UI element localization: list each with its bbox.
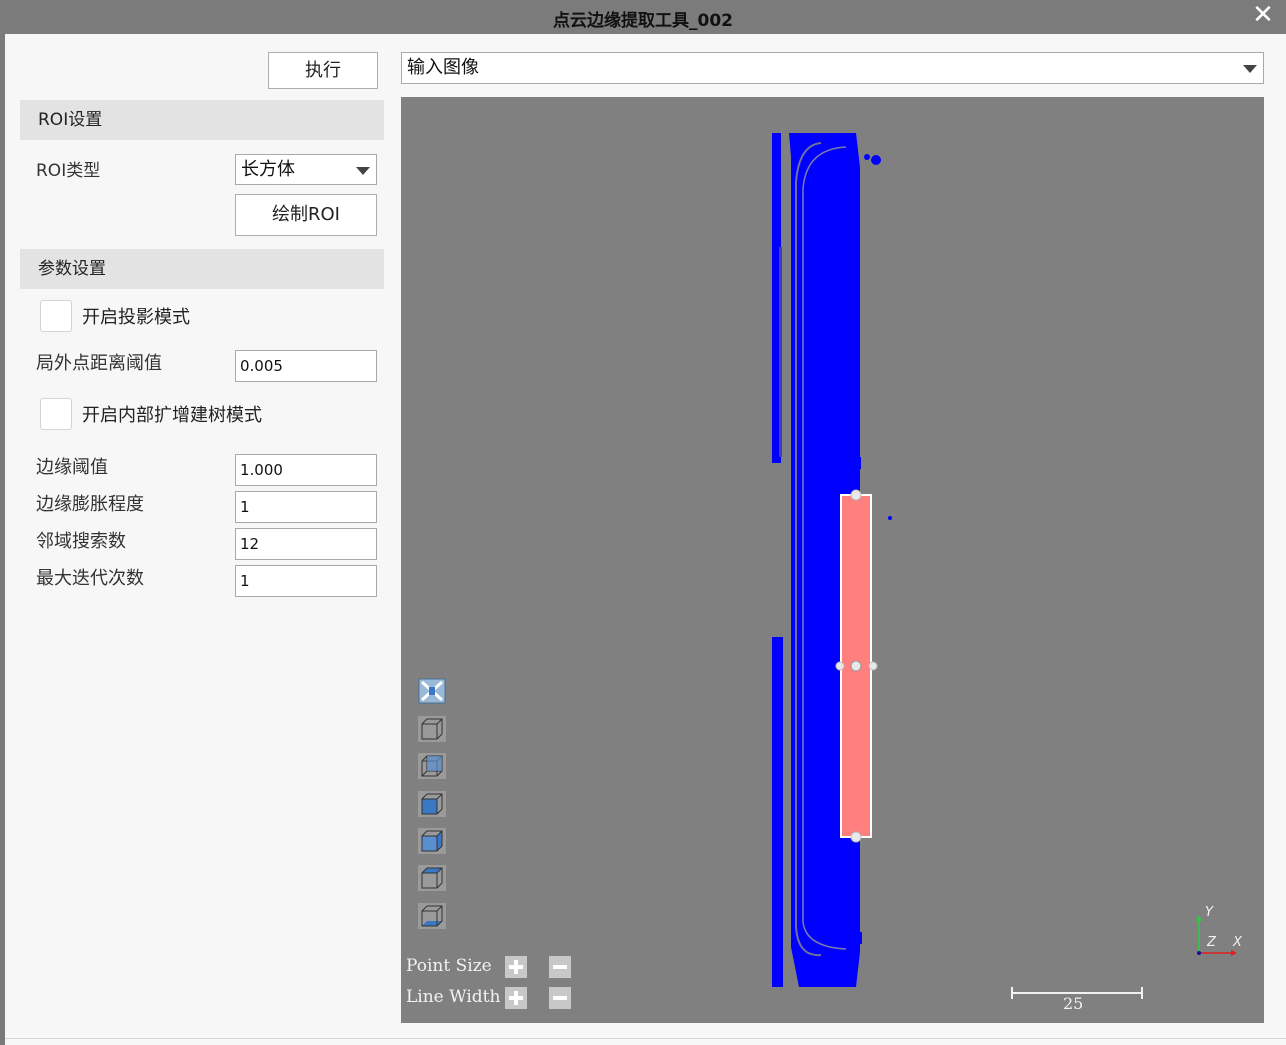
minus-icon (553, 965, 567, 969)
image-source-value: 输入图像 (407, 57, 479, 78)
bottom-divider (5, 1038, 1286, 1039)
projection-mode-checkbox[interactable] (40, 300, 72, 332)
window-title: 点云边缘提取工具_002 (553, 11, 733, 31)
region-grow-label[interactable]: 开启内部扩增建树模式 (82, 401, 262, 427)
edge-dilation-input[interactable]: 1 (235, 491, 377, 523)
line-width-decrease-button[interactable] (549, 987, 571, 1009)
top-view-icon[interactable] (418, 865, 446, 891)
neighbor-count-label: 邻域搜索数 (36, 531, 126, 552)
roi-type-value: 长方体 (241, 159, 295, 180)
bottom-view-icon[interactable] (418, 903, 446, 929)
roi-type-select[interactable]: 长方体 (235, 154, 377, 185)
left-view-icon[interactable] (418, 791, 446, 817)
draw-roi-button[interactable]: 绘制ROI (235, 194, 377, 236)
plus-icon (509, 991, 523, 1005)
execute-button[interactable]: 执行 (268, 52, 378, 89)
edge-threshold-label: 边缘阈值 (36, 457, 108, 478)
neighbor-count-input[interactable]: 12 (235, 528, 377, 560)
outlier-threshold-label: 局外点距离阈值 (36, 353, 162, 374)
tool-window: 执行 输入图像 ROI设置 ROI类型 长方体 绘制ROI 参数设置 开启投影模… (5, 34, 1286, 1045)
projection-mode-label[interactable]: 开启投影模式 (82, 303, 190, 329)
max-iterations-input[interactable]: 1 (235, 565, 377, 597)
point-size-decrease-button[interactable] (549, 956, 571, 978)
roi-type-label: ROI类型 (36, 161, 101, 181)
fit-view-icon[interactable] (418, 678, 446, 704)
close-icon[interactable]: ✕ (1250, 2, 1276, 28)
edge-threshold-input[interactable]: 1.000 (235, 454, 377, 486)
axis-x-label: X (1233, 935, 1242, 950)
roi-section-header[interactable]: ROI设置 (20, 100, 384, 140)
max-iterations-label: 最大迭代次数 (36, 568, 144, 589)
axis-z-label: Z (1207, 935, 1216, 950)
point-cloud (772, 133, 892, 987)
axis-indicator-icon (1196, 915, 1237, 956)
plus-icon (509, 960, 523, 974)
minus-icon (553, 996, 567, 1000)
front-view-icon[interactable] (418, 716, 446, 742)
roi-box[interactable] (840, 494, 872, 838)
line-width-label: Line Width (406, 987, 501, 1007)
edge-dilation-label: 边缘膨胀程度 (36, 494, 144, 515)
outlier-threshold-input[interactable]: 0.005 (235, 350, 377, 382)
axis-y-label: Y (1205, 905, 1213, 920)
title-bar: 点云边缘提取工具_002 ✕ (0, 0, 1286, 34)
region-grow-checkbox[interactable] (40, 398, 72, 430)
back-view-icon[interactable] (418, 753, 446, 779)
point-cloud-viewer[interactable]: Point Size Line Width 25 Y Z X (401, 97, 1264, 1023)
image-source-select[interactable]: 输入图像 (401, 52, 1264, 84)
line-width-increase-button[interactable] (505, 987, 527, 1009)
point-size-label: Point Size (406, 956, 492, 976)
params-section-header[interactable]: 参数设置 (20, 249, 384, 289)
chevron-down-icon (1243, 65, 1257, 73)
point-size-increase-button[interactable] (505, 956, 527, 978)
scale-bar-label: 25 (1063, 994, 1084, 1013)
right-view-icon[interactable] (418, 828, 446, 854)
chevron-down-icon (356, 167, 370, 175)
